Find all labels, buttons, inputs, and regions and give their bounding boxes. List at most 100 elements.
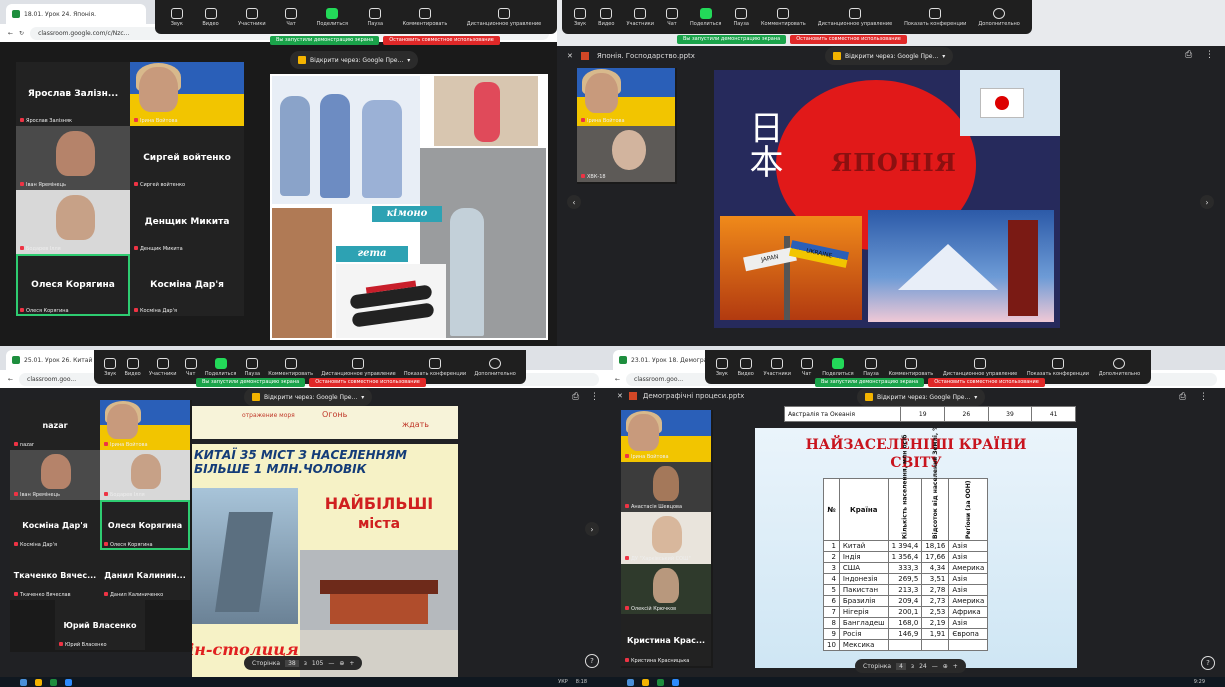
audio-button[interactable]: Звук — [574, 7, 586, 27]
participant-tile-video[interactable]: Ірина Войтова — [100, 400, 190, 450]
audio-button[interactable]: Звук — [171, 7, 183, 27]
participant-tile-video[interactable]: Ірина Войтова — [130, 62, 244, 126]
more-vert-icon[interactable]: ⋮ — [1205, 50, 1214, 60]
participant-tile[interactable]: Сиргей войтенко Сиргей войтенко — [130, 126, 244, 190]
open-with-button[interactable]: Відкрити через: Google Пре... ▾ — [290, 51, 419, 69]
share-button[interactable]: Поделиться — [690, 7, 721, 27]
print-icon[interactable]: ⎙ — [1179, 392, 1186, 402]
participant-tile[interactable]: Косміна Дар'я Косміна Дар'я — [10, 500, 100, 550]
participants-button[interactable]: Участники — [763, 357, 791, 377]
participant-tile-video[interactable]: Олексій Крючков — [621, 564, 711, 614]
annotate-button[interactable]: Комментировать — [888, 357, 933, 377]
participant-tile[interactable]: Данил Калинин... Данил Калиниченко — [100, 550, 190, 600]
participant-tile-video[interactable]: Ірина Войтова — [577, 68, 675, 126]
audio-button[interactable]: Звук — [716, 357, 728, 377]
participant-tile-video[interactable]: Бодарев Ілля — [16, 190, 130, 254]
reload-icon[interactable]: ↻ — [19, 30, 24, 37]
pause-button[interactable]: Пауза — [733, 7, 749, 27]
chrome-icon[interactable] — [50, 678, 57, 686]
annotate-button[interactable]: Комментировать — [268, 357, 313, 377]
participant-tile[interactable]: Косміна Дар'я Косміна Дар'я — [130, 254, 244, 316]
share-button[interactable]: Поделиться — [317, 7, 348, 27]
chat-button[interactable]: Чат — [665, 7, 678, 27]
participant-tile-video[interactable]: ХВК-18 — [577, 126, 675, 182]
participant-tile[interactable]: Ткаченко Вячес... Ткаченко Вячеслав — [10, 550, 100, 600]
chat-button[interactable]: Чат — [285, 7, 298, 27]
more-button[interactable]: Дополнительно — [1099, 357, 1140, 377]
participant-tile-active[interactable]: Олеся Корягина Олеся Корягина — [16, 254, 130, 316]
stop-share-button[interactable]: Остановить совместное использование — [383, 36, 500, 45]
remote-control-button[interactable]: Дистанционное управление — [321, 357, 396, 377]
more-vert-icon[interactable]: ⋮ — [1199, 392, 1208, 402]
show-meetings-button[interactable]: Показать конференции — [1027, 357, 1089, 377]
browser-tab[interactable]: 18.01. Урок 24. Японія. — [6, 4, 146, 24]
participant-tile-video[interactable]: Анастасія Шевцова — [621, 462, 711, 512]
help-icon[interactable]: ? — [1201, 656, 1215, 670]
participant-tile[interactable]: Ярослав Залізн... Ярослав Залізняк — [16, 62, 130, 126]
chat-button[interactable]: Чат — [800, 357, 813, 377]
explorer-icon[interactable] — [642, 678, 649, 686]
stop-share-button[interactable]: Остановить совместное использование — [928, 378, 1045, 387]
participants-button[interactable]: Участники — [238, 7, 266, 27]
zoom-out-icon[interactable]: — — [932, 663, 938, 670]
next-slide-button[interactable]: › — [1200, 195, 1214, 209]
remote-control-button[interactable]: Дистанционное управление — [943, 357, 1017, 377]
page-input[interactable]: 4 — [896, 662, 906, 670]
prev-slide-button[interactable]: ‹ — [567, 195, 581, 209]
explorer-icon[interactable] — [35, 678, 42, 686]
remote-control-button[interactable]: Дистанционное управление — [467, 7, 541, 27]
search-icon[interactable] — [627, 678, 634, 686]
show-meetings-button[interactable]: Показать конференции — [404, 357, 466, 377]
more-vert-icon[interactable]: ⋮ — [590, 392, 599, 402]
chat-button[interactable]: Чат — [184, 357, 197, 377]
print-icon[interactable]: ⎙ — [1185, 50, 1192, 60]
back-icon[interactable]: ← — [8, 376, 13, 383]
participant-tile-video[interactable]: Іван Яремінець — [10, 450, 100, 500]
zoom-out-icon[interactable]: — — [328, 660, 334, 667]
video-button[interactable]: Видео — [598, 7, 614, 27]
open-with-button[interactable]: Відкрити через: Google Пре... ▾ — [857, 388, 986, 406]
audio-button[interactable]: Звук — [104, 357, 116, 377]
help-icon[interactable]: ? — [585, 654, 599, 668]
video-button[interactable]: Видео — [738, 357, 754, 377]
participant-tile-video[interactable]: Іван Яремінець — [16, 126, 130, 190]
participant-tile[interactable]: Юрий Власенко Юрий Власенко — [55, 600, 145, 650]
video-button[interactable]: Видео — [202, 7, 219, 27]
zoom-app-icon[interactable] — [65, 678, 72, 686]
zoom-icon[interactable]: ⊕ — [943, 663, 948, 670]
participant-tile[interactable]: Кристина Крас... Кристина Красницька — [621, 614, 711, 666]
pause-button[interactable]: Пауза — [245, 357, 260, 377]
next-slide-button[interactable]: › — [585, 522, 599, 536]
zoom-app-icon[interactable] — [672, 678, 679, 686]
participant-tile-video[interactable]: Бодарев Ілля — [100, 450, 190, 500]
stop-share-button[interactable]: Остановить совместное использование — [790, 35, 907, 44]
share-button[interactable]: Поделиться — [822, 357, 854, 377]
close-icon[interactable]: ✕ — [567, 52, 573, 60]
participant-tile[interactable]: Денщик Микита Денщик Микита — [130, 190, 244, 254]
share-button[interactable]: Поделиться — [205, 357, 236, 377]
annotate-button[interactable]: Комментировать — [403, 7, 447, 27]
chrome-icon[interactable] — [657, 678, 664, 686]
show-meetings-button[interactable]: Показать конференции — [904, 7, 966, 27]
more-button[interactable]: Дополнительно — [978, 7, 1020, 27]
participant-tile-video[interactable]: Ірина Войтова — [621, 410, 711, 462]
participant-tile-video[interactable]: ДУ "Харківський СОШ" — [621, 512, 711, 564]
print-icon[interactable]: ⎙ — [572, 392, 579, 402]
close-icon[interactable]: ✕ — [617, 392, 623, 400]
more-button[interactable]: Дополнительно — [474, 357, 516, 377]
back-icon[interactable]: ← — [8, 30, 13, 37]
pause-button[interactable]: Пауза — [863, 357, 879, 377]
back-icon[interactable]: ← — [615, 376, 620, 383]
pause-button[interactable]: Пауза — [368, 7, 383, 27]
open-with-button[interactable]: Відкрити через: Google Пре... ▾ — [244, 388, 373, 406]
search-icon[interactable] — [20, 678, 27, 686]
participant-tile-active[interactable]: Олеся Корягина Олеся Корягина — [100, 500, 190, 550]
zoom-in-icon[interactable]: + — [349, 660, 354, 667]
participants-button[interactable]: Участники — [626, 7, 654, 27]
stop-share-button[interactable]: Остановить совместное использование — [309, 378, 426, 387]
annotate-button[interactable]: Комментировать — [761, 7, 806, 27]
remote-control-button[interactable]: Дистанционное управление — [818, 7, 892, 27]
open-with-button[interactable]: Відкрити через: Google Пре... ▾ — [825, 47, 954, 65]
zoom-icon[interactable]: ⊕ — [339, 660, 344, 667]
zoom-in-icon[interactable]: + — [953, 663, 958, 670]
